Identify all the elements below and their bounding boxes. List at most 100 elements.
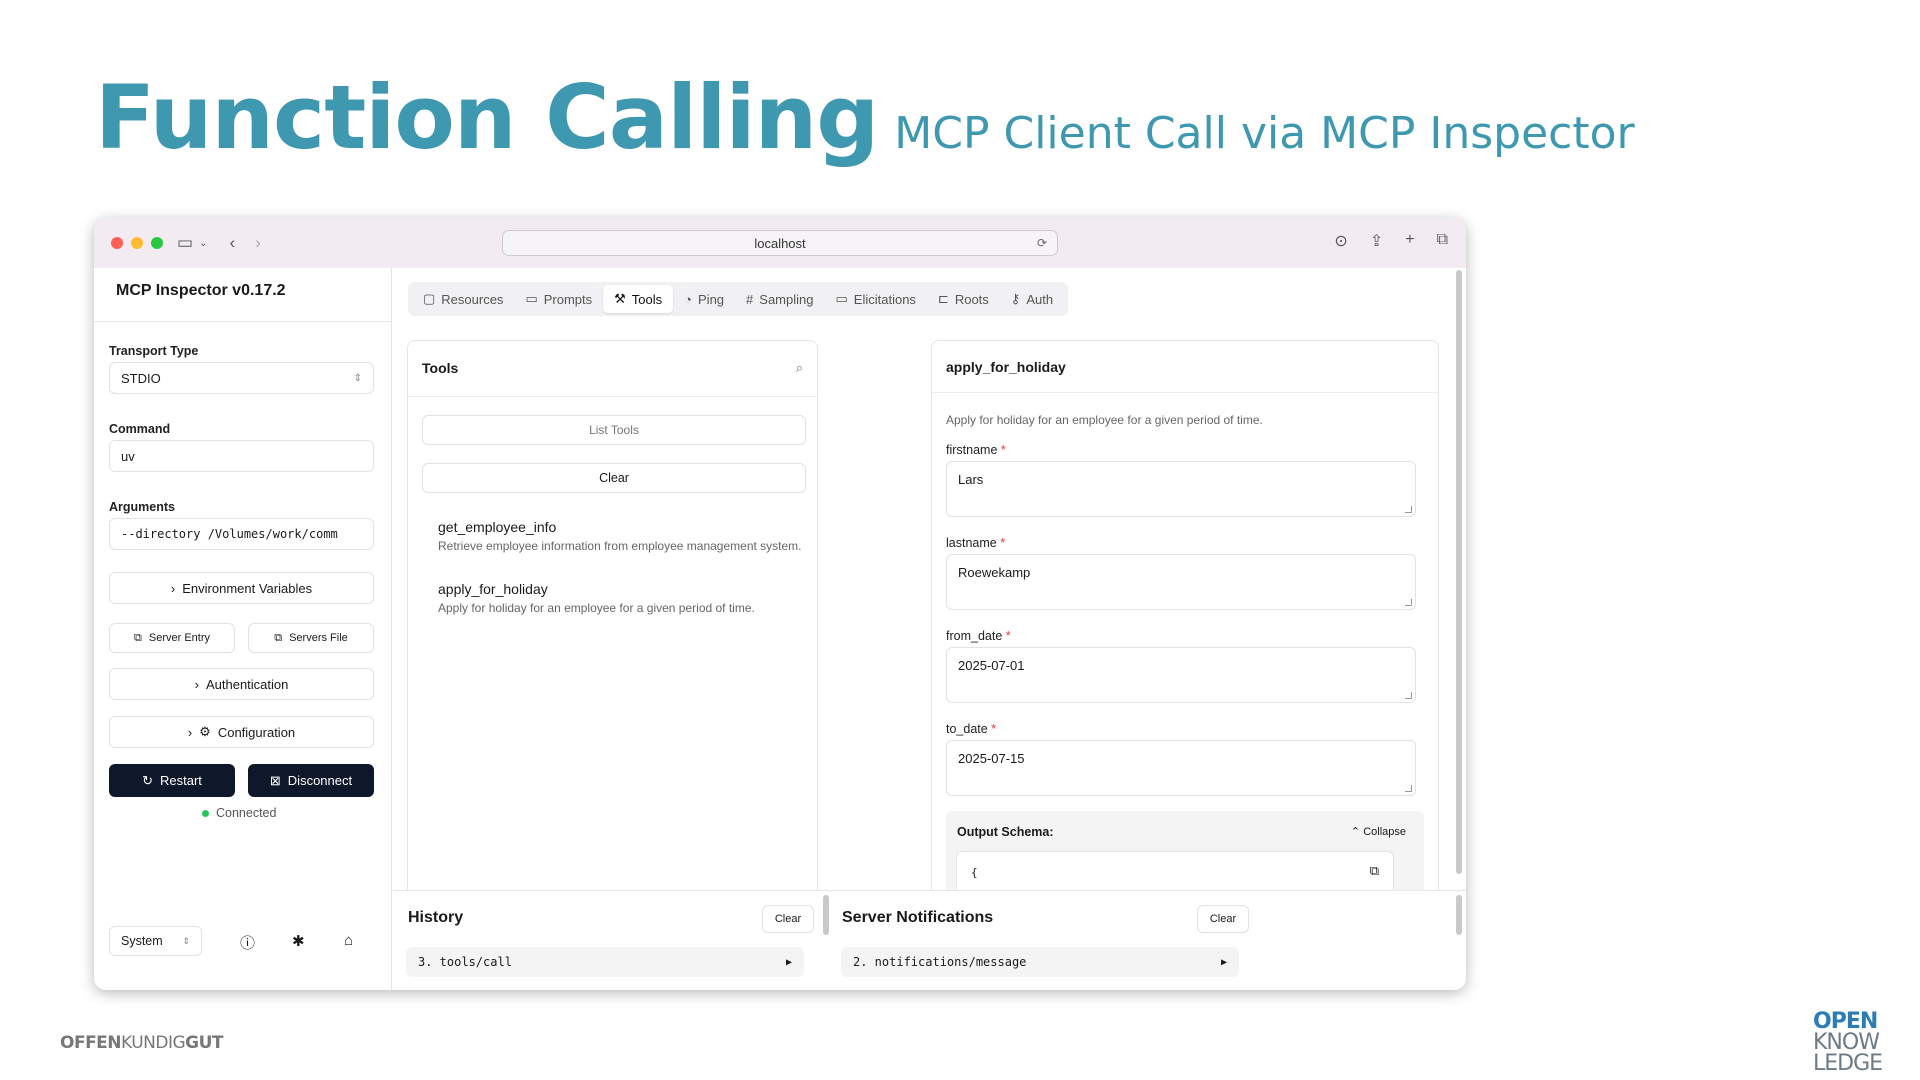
logo-line: LEDGE bbox=[1813, 1051, 1883, 1076]
field-label-text: lastname bbox=[946, 536, 997, 550]
tab-sampling[interactable]: # Sampling bbox=[735, 285, 824, 313]
resources-icon: ▢ bbox=[423, 291, 436, 306]
expand-icon[interactable]: ▶ bbox=[786, 957, 792, 968]
tab-ping[interactable]: ◔ Ping bbox=[673, 285, 735, 313]
tab-label: Roots bbox=[954, 291, 989, 307]
back-icon[interactable]: ‹ bbox=[229, 233, 235, 253]
notifications-clear-button[interactable]: Clear bbox=[1197, 905, 1249, 933]
tab-label: Tools bbox=[631, 291, 663, 307]
tab-label: Prompts bbox=[543, 291, 593, 307]
slide: Function Calling MCP Client Call via MCP … bbox=[0, 0, 1920, 1080]
reload-icon[interactable]: ⟳ bbox=[1037, 236, 1047, 250]
list-tools-label: List Tools bbox=[589, 423, 639, 437]
expand-icon[interactable]: ▶ bbox=[1221, 957, 1227, 968]
transport-type-select[interactable]: STDIO ⇕ bbox=[109, 362, 374, 394]
slide-heading: Function Calling MCP Client Call via MCP … bbox=[95, 66, 1635, 169]
tab-label: Resources bbox=[441, 291, 504, 307]
env-vars-label: Environment Variables bbox=[182, 580, 313, 596]
clear-tools-button[interactable]: Clear bbox=[422, 463, 806, 493]
lastname-input[interactable]: Roewekamp bbox=[946, 554, 1416, 610]
notifications-title: Server Notifications bbox=[842, 909, 994, 926]
message-icon: ▭ bbox=[835, 291, 848, 306]
share-icon[interactable]: ⇪ bbox=[1370, 231, 1383, 251]
chevron-down-icon[interactable]: ⌄ bbox=[199, 238, 207, 249]
forward-icon[interactable]: › bbox=[255, 233, 261, 253]
authentication-button[interactable]: › Authentication bbox=[109, 668, 374, 700]
tool-item[interactable]: get_employee_info Retrieve employee info… bbox=[438, 519, 802, 553]
github-icon[interactable]: ⌂ bbox=[344, 932, 353, 949]
bell-icon: ◔ bbox=[684, 291, 693, 307]
tool-description: Retrieve employee information from emplo… bbox=[438, 539, 802, 553]
arguments-input[interactable]: --directory /Volumes/work/comm bbox=[109, 518, 374, 550]
close-window-button[interactable] bbox=[111, 237, 123, 249]
to-date-input[interactable]: 2025-07-15 bbox=[946, 740, 1416, 796]
server-entry-label: Server Entry bbox=[148, 632, 210, 644]
sidebar-toggle-icon[interactable]: ▭ bbox=[177, 233, 193, 253]
restart-label: Restart bbox=[160, 773, 202, 788]
maximize-window-button[interactable] bbox=[151, 237, 163, 249]
sidebar: MCP Inspector v0.17.2 Transport Type STD… bbox=[94, 268, 392, 990]
tab-resources[interactable]: ▢ Resources bbox=[412, 285, 514, 313]
collapse-button[interactable]: ⌃ Collapse bbox=[1351, 825, 1406, 838]
chevron-right-icon: › bbox=[187, 724, 193, 740]
required-marker: * bbox=[1000, 443, 1006, 457]
tab-label: Auth bbox=[1026, 291, 1054, 307]
tree-icon: ⊏ bbox=[937, 291, 949, 306]
tools-title: Tools bbox=[422, 360, 459, 376]
servers-file-label: Servers File bbox=[289, 632, 348, 644]
restart-icon: ↻ bbox=[142, 772, 153, 788]
firstname-input[interactable]: Lars bbox=[946, 461, 1416, 517]
logo-part: GUT bbox=[185, 1033, 224, 1053]
tab-elicitations[interactable]: ▭ Elicitations bbox=[824, 285, 926, 313]
search-icon[interactable]: ⌕ bbox=[796, 360, 803, 377]
restart-button[interactable]: ↻ Restart bbox=[109, 764, 235, 797]
logo-part: OFFEN bbox=[60, 1033, 122, 1053]
copy-icon[interactable]: ⧉ bbox=[1370, 863, 1379, 879]
open-knowledge-logo: OPEN KNOW LEDGE bbox=[1813, 1011, 1883, 1076]
command-input[interactable]: uv bbox=[109, 440, 374, 472]
field-label-text: firstname bbox=[946, 443, 998, 457]
tab-label: Ping bbox=[698, 291, 725, 307]
bug-icon[interactable]: ✱ bbox=[292, 932, 305, 950]
tab-roots[interactable]: ⊏ Roots bbox=[927, 285, 1000, 313]
offenkundiggut-logo: OFFENKUNDIGGUT bbox=[60, 1033, 224, 1053]
history-item-text: 3. tools/call bbox=[418, 955, 512, 969]
theme-select[interactable]: System ⇕ bbox=[109, 926, 202, 956]
servers-file-button[interactable]: ⧉ Servers File bbox=[248, 623, 374, 653]
server-entry-button[interactable]: ⧉ Server Entry bbox=[109, 623, 235, 653]
browser-actions: ⊙ ⇪ + ⧉ bbox=[1334, 231, 1448, 251]
notification-item[interactable]: 2. notifications/message ▶ bbox=[841, 947, 1239, 977]
field-label-text: to_date bbox=[946, 722, 988, 736]
address-bar[interactable]: localhost ⟳ bbox=[502, 230, 1058, 256]
main-scrollbar[interactable] bbox=[1456, 270, 1462, 874]
history-item[interactable]: 3. tools/call ▶ bbox=[406, 947, 804, 977]
schema-code: { bbox=[971, 866, 978, 879]
tools-panel-header: Tools ⌕ bbox=[408, 341, 817, 397]
tab-auth[interactable]: ⚷ Auth bbox=[1000, 285, 1064, 313]
history-clear-button[interactable]: Clear bbox=[762, 905, 814, 933]
key-icon: ⚷ bbox=[1010, 291, 1021, 306]
disconnect-icon: ⊠ bbox=[269, 772, 281, 788]
new-tab-icon[interactable]: + bbox=[1405, 231, 1414, 251]
tool-detail-header: apply_for_holiday bbox=[932, 341, 1438, 393]
from-date-input[interactable]: 2025-07-01 bbox=[946, 647, 1416, 703]
tab-tools[interactable]: ⚒ Tools bbox=[603, 285, 674, 313]
tab-overview-icon[interactable]: ⧉ bbox=[1437, 231, 1448, 251]
configuration-button[interactable]: › ⚙ Configuration bbox=[109, 716, 374, 748]
minimize-window-button[interactable] bbox=[131, 237, 143, 249]
notifications-scrollbar[interactable] bbox=[1456, 895, 1462, 935]
tab-prompts[interactable]: ▭ Prompts bbox=[514, 285, 603, 313]
help-icon[interactable]: ⓘ bbox=[240, 932, 255, 953]
disconnect-button[interactable]: ⊠ Disconnect bbox=[248, 764, 374, 797]
environment-variables-button[interactable]: › Environment Variables bbox=[109, 572, 374, 604]
list-tools-button[interactable]: List Tools bbox=[422, 415, 806, 445]
lastname-label: lastname * bbox=[946, 536, 1005, 550]
tool-item[interactable]: apply_for_holiday Apply for holiday for … bbox=[438, 581, 755, 615]
download-icon[interactable]: ⊙ bbox=[1334, 231, 1347, 251]
tool-detail-description: Apply for holiday for an employee for a … bbox=[946, 413, 1263, 427]
command-label: Command bbox=[109, 422, 171, 436]
history-scrollbar[interactable] bbox=[823, 895, 829, 935]
logo-part: KUNDIG bbox=[121, 1033, 186, 1053]
prompts-icon: ▭ bbox=[525, 291, 538, 306]
to-date-label: to_date * bbox=[946, 722, 996, 736]
